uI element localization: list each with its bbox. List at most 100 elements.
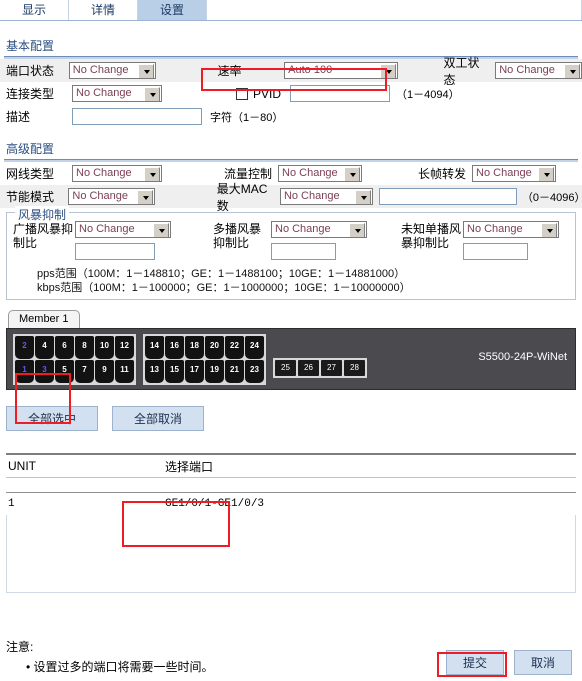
- port-pair-4: 8 7: [75, 335, 94, 383]
- port-7[interactable]: 7: [75, 359, 94, 383]
- cable-type-select[interactable]: No Change: [72, 165, 162, 182]
- jumbo-frame-select[interactable]: No Change: [472, 165, 557, 182]
- port-25[interactable]: 25: [275, 360, 296, 376]
- table-row: 1 GE1/0/1-GE1/0/3: [6, 493, 576, 515]
- multicast-storm-value: No Change: [275, 223, 331, 235]
- duplex-label: 双工状态: [443, 55, 480, 87]
- cell-selected-ports: GE1/0/1-GE1/0/3: [165, 498, 265, 510]
- port-14[interactable]: 14: [145, 335, 164, 359]
- chevron-down-icon: [350, 173, 357, 177]
- port-5[interactable]: 5: [55, 359, 74, 383]
- multicast-storm-group: 多播风暴抑制比 No Change: [213, 221, 367, 260]
- chevron-down-icon: [355, 229, 361, 233]
- port-pair-1: 2 1: [15, 335, 34, 383]
- unknown-unicast-storm-value: No Change: [467, 223, 523, 235]
- port-27[interactable]: 27: [321, 360, 342, 376]
- port-9[interactable]: 9: [95, 359, 114, 383]
- max-mac-input[interactable]: [378, 188, 517, 205]
- unknown-unicast-storm-input[interactable]: [463, 243, 528, 260]
- port-12[interactable]: 12: [115, 335, 134, 359]
- unknown-unicast-storm-select[interactable]: No Change: [463, 221, 559, 238]
- port-24[interactable]: 24: [245, 335, 264, 359]
- jumbo-frame-value: No Change: [476, 167, 532, 179]
- port-pair-8: 16 15: [165, 335, 184, 383]
- chevron-down-icon: [142, 196, 149, 200]
- port-19[interactable]: 19: [205, 359, 224, 383]
- selected-ports-table: UNIT 选择端口 1 GE1/0/1-GE1/0/3: [6, 453, 576, 593]
- max-mac-select[interactable]: No Change: [279, 188, 373, 205]
- selection-button-bar: 全部选中 全部取消: [6, 406, 582, 431]
- sfp-port-group: 25 26 27 28: [273, 358, 367, 378]
- port-state-value: No Change: [72, 64, 129, 76]
- unknown-unicast-storm-label: 未知单播风暴抑制比: [401, 222, 462, 250]
- duplex-select[interactable]: No Change: [495, 62, 582, 79]
- cancel-button[interactable]: 取消: [514, 650, 572, 675]
- submit-button[interactable]: 提交: [446, 650, 504, 675]
- chevron-down-icon: [569, 70, 576, 74]
- unknown-unicast-storm-group: 未知单播风暴抑制比 No Change: [401, 221, 559, 260]
- kbps-range-text: kbps范围（100M：1－100000；GE：1－1000000；10GE：1…: [37, 282, 411, 294]
- speed-select[interactable]: Auto 100: [284, 62, 398, 79]
- link-type-select[interactable]: No Change: [72, 85, 162, 102]
- broadcast-storm-input[interactable]: [75, 243, 155, 260]
- row-port-state: 端口状态 No Change 速率 Auto 100 双工状态 No Chang…: [0, 56, 582, 87]
- port-20[interactable]: 20: [205, 335, 224, 359]
- member-tab-bar: Member 1: [8, 310, 582, 328]
- chevron-down-icon: [143, 70, 150, 74]
- power-save-select[interactable]: No Change: [68, 188, 155, 205]
- multicast-storm-select[interactable]: No Change: [271, 221, 367, 238]
- tab-settings[interactable]: 设置: [138, 0, 207, 20]
- port-1[interactable]: 1: [15, 359, 34, 383]
- port-13[interactable]: 13: [145, 359, 164, 383]
- port-26[interactable]: 26: [298, 360, 319, 376]
- port-pair-9: 18 17: [185, 335, 204, 383]
- cable-type-label: 网线类型: [6, 167, 55, 181]
- chevron-down-icon: [150, 173, 156, 177]
- power-save-value: No Change: [72, 190, 129, 202]
- pvid-input[interactable]: [290, 85, 391, 102]
- port-10[interactable]: 10: [95, 335, 114, 359]
- storm-suppression-grid: 广播风暴抑制比 No Change 多播风暴抑制比 No Change 未知单播…: [13, 217, 571, 260]
- chevron-down-icon: [159, 229, 165, 233]
- power-save-label: 节能模式: [6, 190, 55, 204]
- port-21[interactable]: 21: [225, 359, 244, 383]
- port-2[interactable]: 2: [15, 335, 34, 359]
- port-22[interactable]: 22: [225, 335, 244, 359]
- member-tab-1[interactable]: Member 1: [8, 310, 80, 328]
- cable-type-value: No Change: [76, 167, 132, 179]
- port-pair-7: 14 13: [145, 335, 164, 383]
- multicast-storm-input[interactable]: [271, 243, 336, 260]
- column-header-unit: UNIT: [8, 459, 36, 473]
- select-all-button[interactable]: 全部选中: [6, 406, 98, 431]
- broadcast-storm-select[interactable]: No Change: [75, 221, 171, 238]
- broadcast-storm-group: 广播风暴抑制比 No Change: [13, 221, 171, 260]
- port-3[interactable]: 3: [35, 359, 54, 383]
- pvid-checkbox[interactable]: [236, 87, 248, 100]
- port-16[interactable]: 16: [165, 335, 184, 359]
- port-state-select[interactable]: No Change: [68, 62, 156, 79]
- port-15[interactable]: 15: [165, 359, 184, 383]
- port-8[interactable]: 8: [75, 335, 94, 359]
- row-cable-type: 网线类型 No Change 流量控制 No Change 长帧转发 No Ch…: [0, 162, 582, 185]
- port-23[interactable]: 23: [245, 359, 264, 383]
- port-28[interactable]: 28: [344, 360, 365, 376]
- port-18[interactable]: 18: [185, 335, 204, 359]
- port-pair-3: 6 5: [55, 335, 74, 383]
- flow-control-select[interactable]: No Change: [278, 165, 363, 182]
- port-6[interactable]: 6: [55, 335, 74, 359]
- row-power-save: 节能模式 No Change 最大MAC数 No Change （0－4096）: [0, 182, 582, 213]
- tab-bar-filler: [207, 0, 582, 20]
- column-header-selected-ports: 选择端口: [165, 459, 214, 474]
- jumbo-frame-label: 长帧转发: [418, 167, 467, 181]
- port-11[interactable]: 11: [115, 359, 134, 383]
- tab-details[interactable]: 详情: [69, 0, 138, 20]
- link-type-value: No Change: [76, 87, 132, 99]
- deselect-all-button[interactable]: 全部取消: [112, 406, 204, 431]
- port-17[interactable]: 17: [185, 359, 204, 383]
- link-type-label: 连接类型: [6, 87, 55, 101]
- tab-display[interactable]: 显示: [0, 0, 69, 20]
- tab-bar: 显示 详情 设置: [0, 0, 582, 21]
- footer: 注意: 设置过多的端口将需要一些时间。 提交 取消: [0, 638, 582, 675]
- port-4[interactable]: 4: [35, 335, 54, 359]
- description-input[interactable]: [72, 108, 202, 125]
